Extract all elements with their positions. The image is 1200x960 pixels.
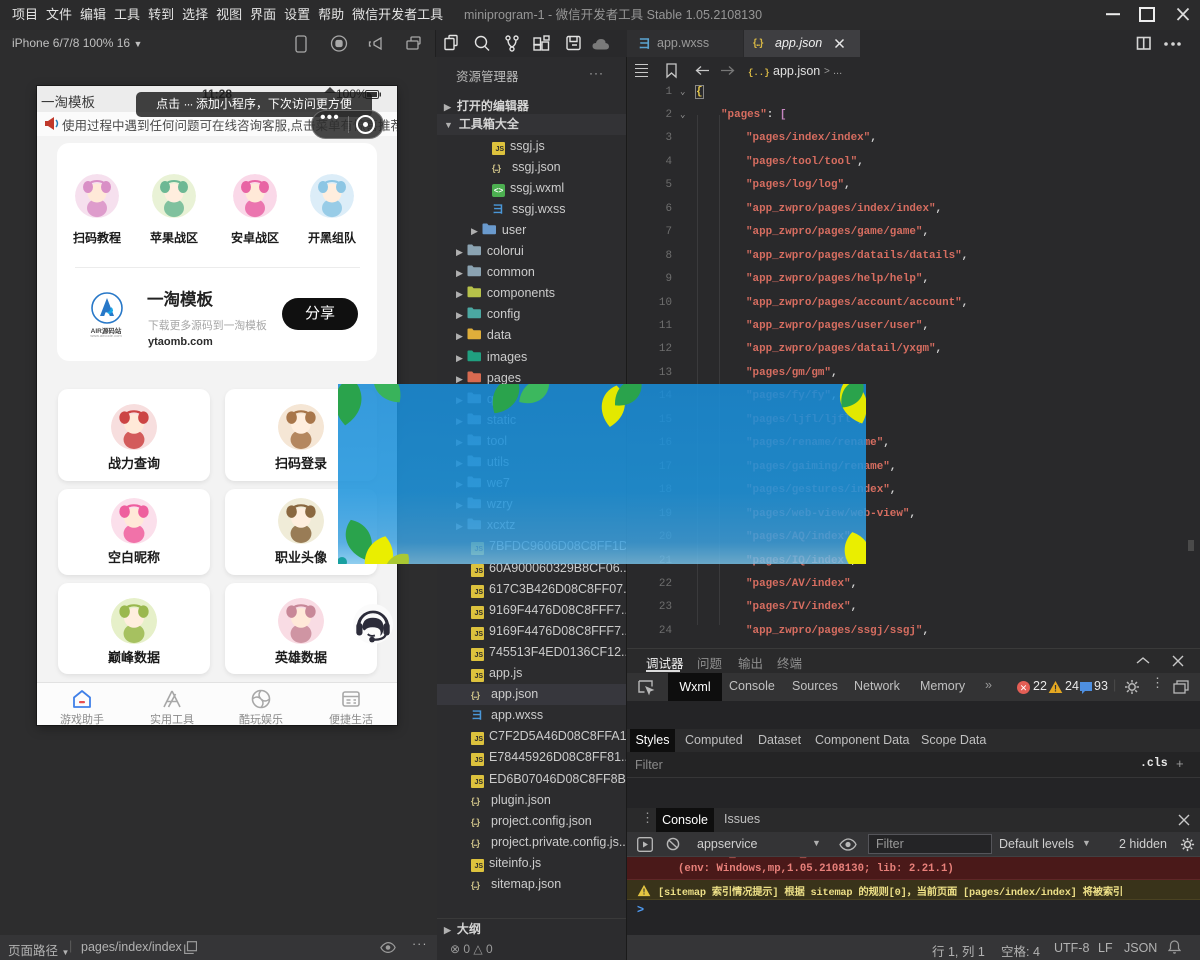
svg-text:...: ... [833, 65, 842, 77]
svg-text:app.json: app.json [773, 64, 820, 78]
svg-text:!: ! [1054, 684, 1057, 694]
svg-text:!: ! [643, 887, 646, 897]
svg-text:>: > [824, 66, 830, 77]
svg-text:{..}: {..} [748, 68, 770, 78]
